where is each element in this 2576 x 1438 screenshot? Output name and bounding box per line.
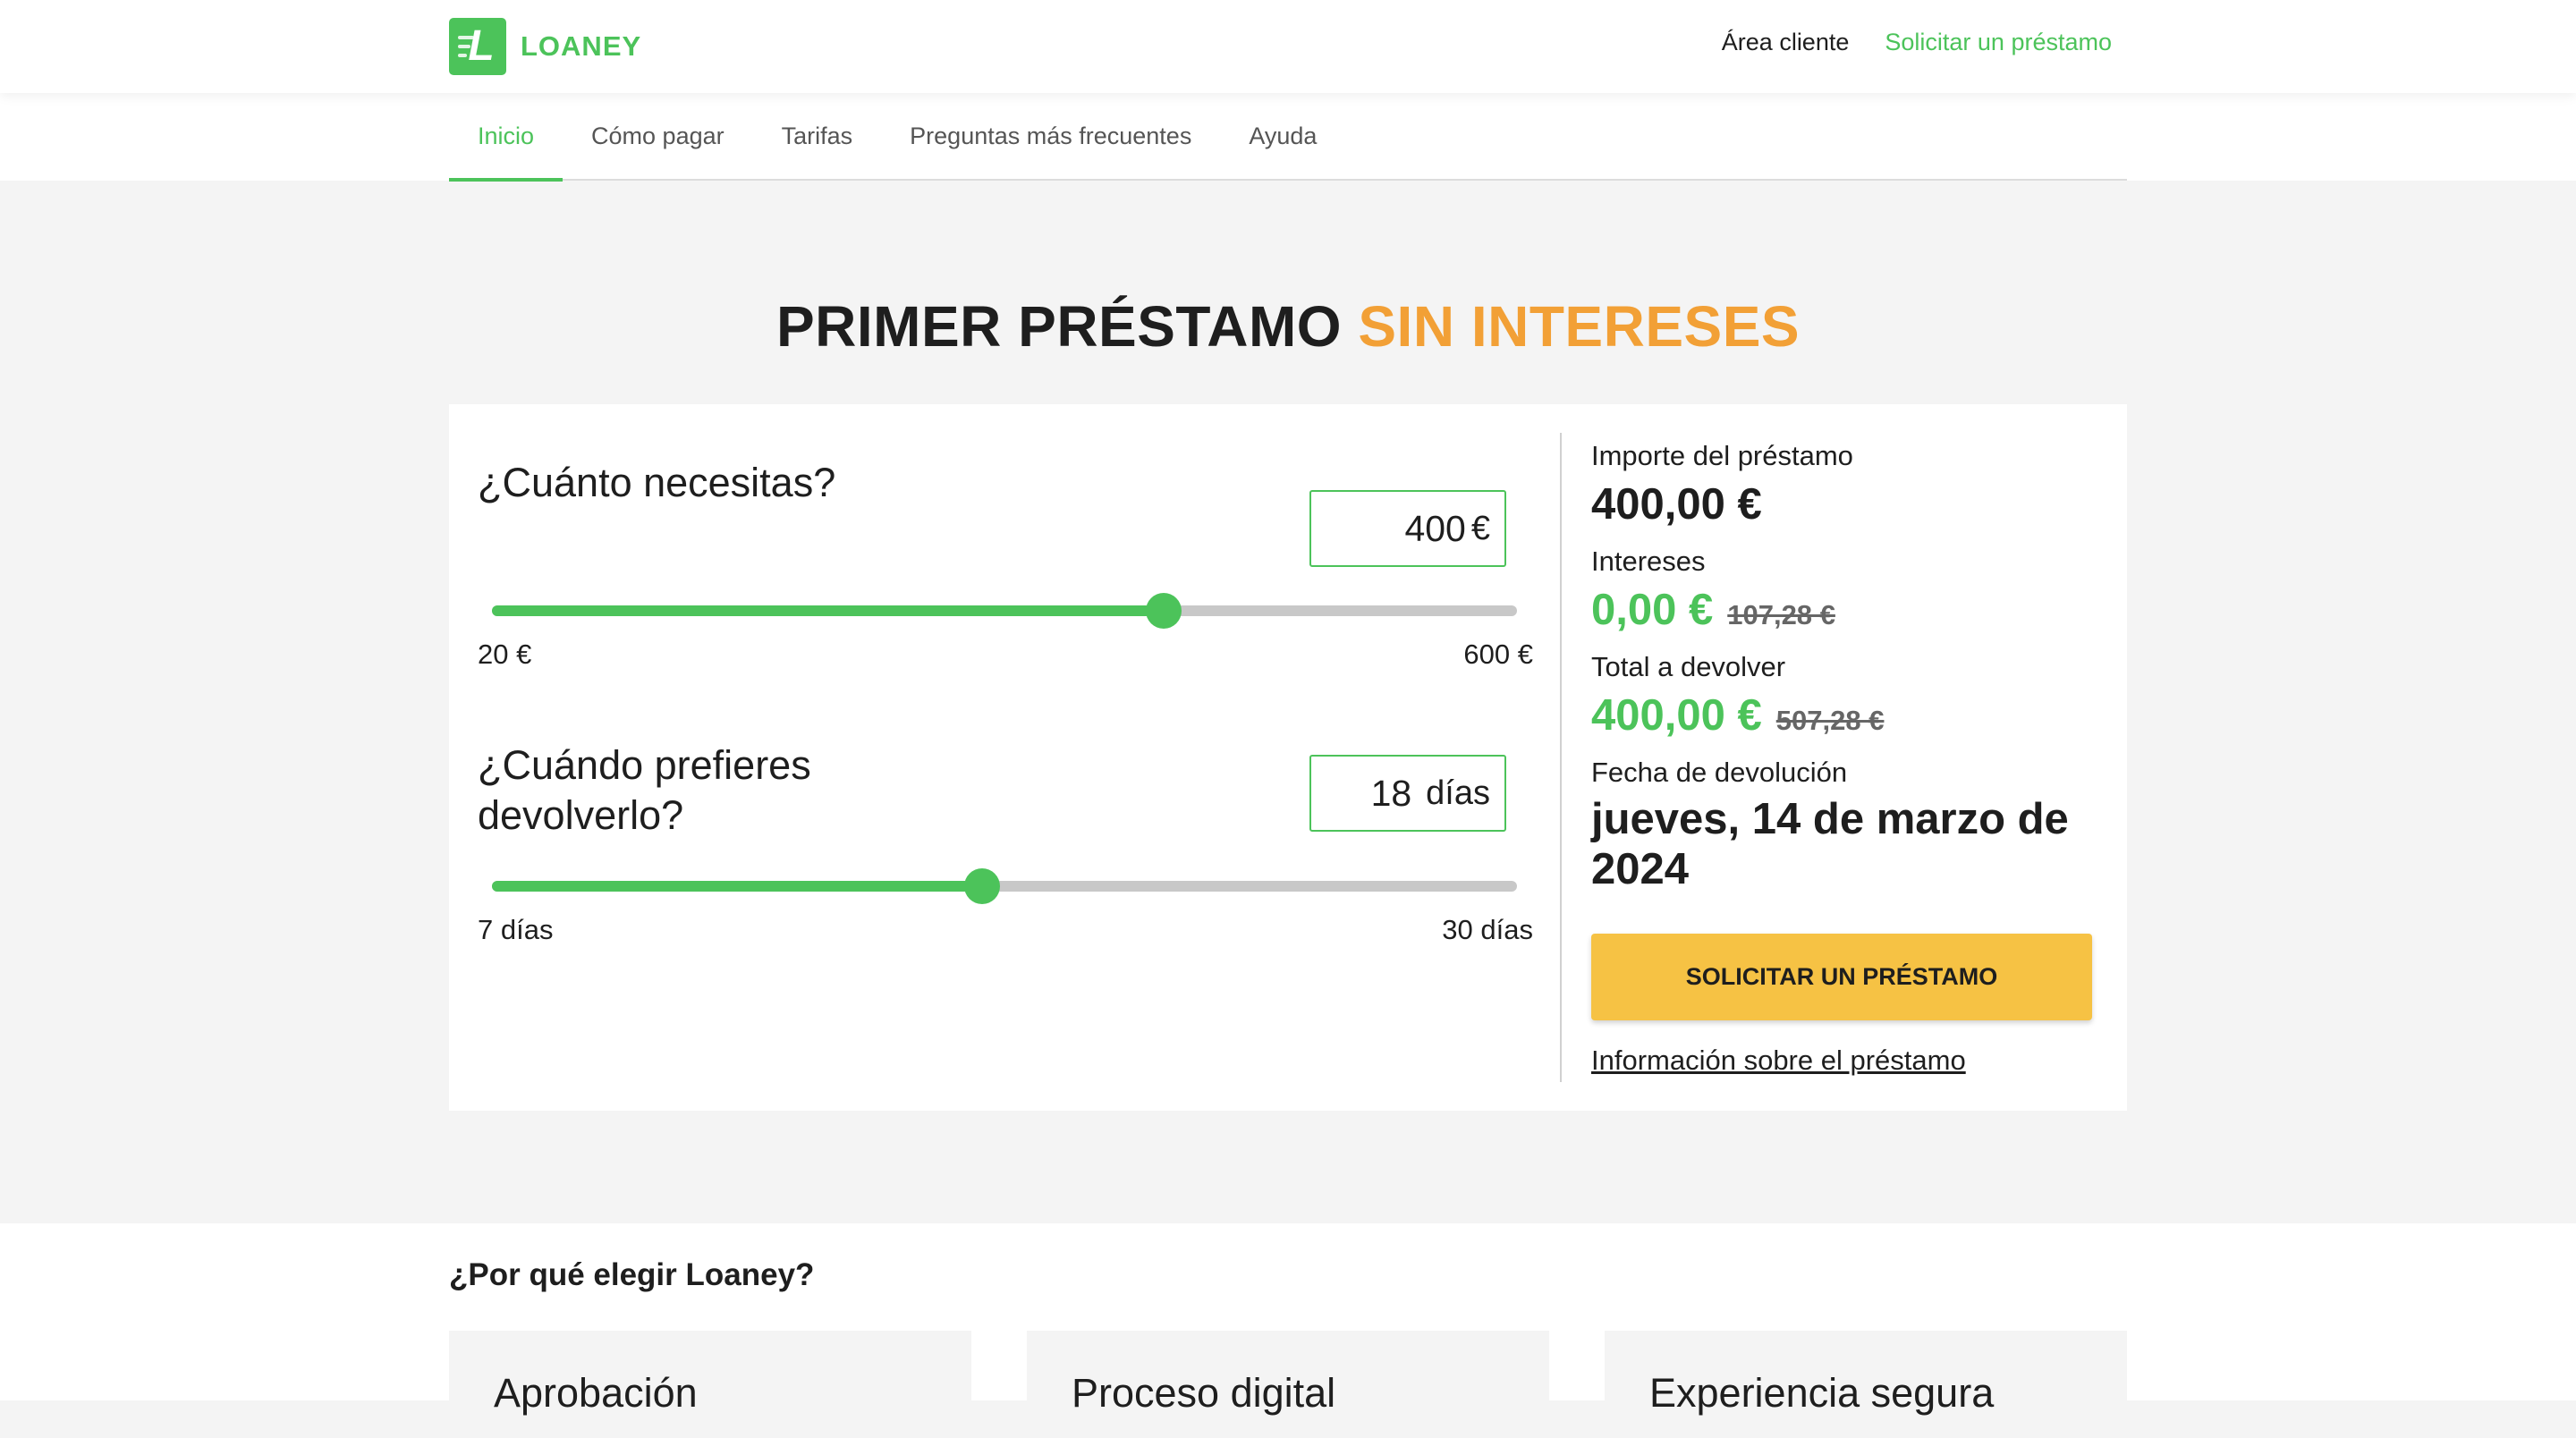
tab-como-pagar[interactable]: Cómo pagar — [563, 92, 753, 180]
request-loan-link[interactable]: Solicitar un préstamo — [1885, 29, 2112, 56]
term-slider[interactable] — [492, 867, 1517, 904]
loan-calculator: ¿Cuánto necesitas? 400 € 20 € 600 € ¿Cuá… — [449, 404, 2127, 1111]
amount-min-label: 20 € — [478, 639, 532, 670]
total-value-row: 400,00 € 507,28 € — [1591, 690, 1884, 740]
amount-unit: € — [1470, 509, 1490, 547]
repayment-date: jueves, 14 de marzo de 2024 — [1591, 795, 2069, 893]
interest-value-row: 0,00 € 107,28 € — [1591, 585, 1835, 635]
title-accent: SIN INTERESES — [1358, 294, 1801, 359]
logo[interactable]: L LOANEY — [449, 18, 641, 75]
date-label: Fecha de devolución — [1591, 757, 1848, 788]
amount-slider[interactable] — [492, 592, 1517, 629]
request-loan-button[interactable]: SOLICITAR UN PRÉSTAMO — [1591, 934, 2092, 1020]
client-area-link[interactable]: Área cliente — [1722, 29, 1850, 56]
loan-info-link[interactable]: Información sobre el préstamo — [1591, 1045, 1966, 1077]
feature-card-approval: Aprobación — [449, 1331, 971, 1438]
why-title: ¿Por qué elegir Loaney? — [449, 1257, 815, 1292]
term-slider-thumb[interactable] — [964, 868, 1001, 904]
feature-card-title: Experiencia segura — [1649, 1370, 1995, 1416]
amount-slider-thumb[interactable] — [1145, 593, 1182, 629]
term-max-label: 30 días — [1442, 914, 1533, 945]
page-title: PRIMER PRÉSTAMO SIN INTERESES — [0, 293, 2576, 360]
calculator-inputs: ¿Cuánto necesitas? 400 € 20 € 600 € ¿Cuá… — [478, 404, 1533, 1111]
tab-inicio[interactable]: Inicio — [449, 92, 564, 182]
feature-card-digital: Proceso digital — [1027, 1331, 1549, 1438]
term-slider-fill — [492, 881, 983, 892]
total-label: Total a devolver — [1591, 651, 1786, 682]
site-header: L LOANEY Área cliente Solicitar un prést… — [0, 0, 2576, 93]
term-unit: días — [1426, 774, 1490, 812]
main-nav: Inicio Cómo pagar Tarifas Preguntas más … — [0, 92, 2576, 182]
term-input[interactable]: 18 días — [1309, 755, 1506, 832]
feature-card-title: Aprobación — [494, 1370, 698, 1416]
amount-value: 400 — [1404, 507, 1466, 549]
logo-text: LOANEY — [521, 30, 642, 62]
interest-old-value: 107,28 € — [1727, 599, 1835, 630]
logo-icon: L — [449, 18, 506, 75]
amount-input[interactable]: 400 € — [1309, 490, 1506, 567]
amount-summary-value: 400,00 € — [1591, 480, 1762, 529]
tab-tarifas[interactable]: Tarifas — [753, 92, 882, 180]
loan-summary: Importe del préstamo 400,00 € Intereses … — [1591, 404, 2101, 1111]
tab-ayuda[interactable]: Ayuda — [1220, 92, 1345, 180]
term-min-label: 7 días — [478, 914, 554, 945]
total-value: 400,00 € — [1591, 691, 1762, 740]
amount-summary-label: Importe del préstamo — [1591, 440, 1853, 471]
term-value: 18 — [1370, 772, 1412, 814]
amount-question: ¿Cuánto necesitas? — [478, 460, 836, 505]
amount-slider-fill — [492, 605, 1164, 616]
feature-card-title: Proceso digital — [1072, 1370, 1336, 1416]
title-main: PRIMER PRÉSTAMO — [775, 294, 1343, 359]
header-links: Área cliente Solicitar un préstamo — [1722, 29, 2112, 56]
tab-preguntas-frecuentes[interactable]: Preguntas más frecuentes — [881, 92, 1220, 180]
interest-label: Intereses — [1591, 546, 1706, 577]
term-question: ¿Cuándo prefieres devolverlo? — [478, 742, 811, 838]
calculator-divider — [1560, 433, 1562, 1082]
interest-value: 0,00 € — [1591, 586, 1714, 634]
feature-card-secure: Experiencia segura — [1605, 1331, 2127, 1438]
total-old-value: 507,28 € — [1775, 705, 1885, 736]
amount-max-label: 600 € — [1463, 639, 1533, 670]
why-section: ¿Por qué elegir Loaney? Aprobación Proce… — [0, 1223, 2576, 1438]
